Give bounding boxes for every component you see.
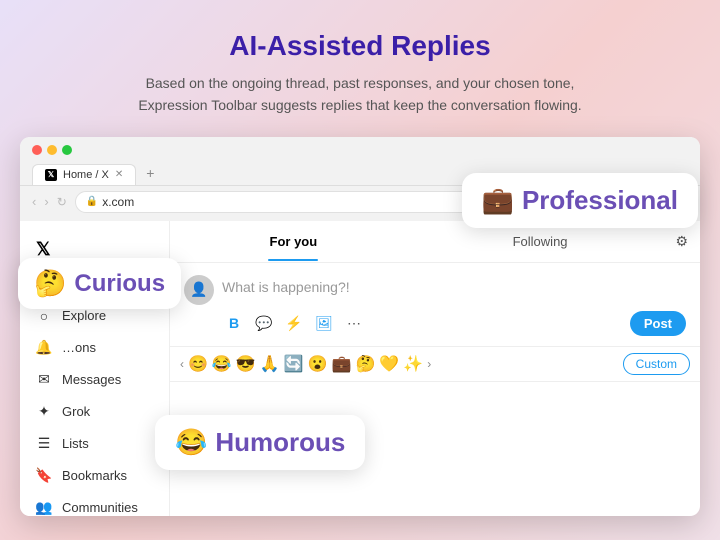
emoji-smile[interactable]: 😊 (188, 354, 208, 374)
sidebar-item-grok[interactable]: ✦ Grok (20, 396, 169, 428)
tab-favicon: 𝕏 (45, 169, 57, 181)
new-tab-button[interactable]: + (138, 161, 162, 185)
emoji-row: ‹ 😊 😂 😎 🙏 🔄 😮 💼 🤔 💛 ✨ › Custom (170, 347, 700, 382)
post-button[interactable]: Post (630, 311, 686, 336)
media-icon[interactable]: ⚡ (282, 311, 306, 335)
humorous-emoji: 😂 (175, 427, 207, 458)
communities-icon: 👥 (36, 500, 52, 516)
humorous-bubble: 😂 Humorous (155, 415, 365, 470)
close-dot[interactable] (32, 145, 42, 155)
tab-close-icon[interactable]: ✕ (115, 169, 123, 180)
subtitle: Based on the ongoing thread, past respon… (80, 72, 640, 117)
minimize-dot[interactable] (47, 145, 57, 155)
sidebar-item-label: Communities (62, 500, 138, 515)
curious-emoji: 🤔 (34, 268, 66, 299)
lists-icon: ☰ (36, 436, 52, 452)
humorous-label: Humorous (215, 427, 345, 458)
sidebar-item-label: Bookmarks (62, 468, 127, 483)
tab-label: Home / X (63, 169, 109, 181)
avatar: 👤 (184, 275, 214, 305)
emoji-think[interactable]: 🤔 (355, 354, 375, 374)
image-icon[interactable]: 🖼 (312, 311, 336, 335)
compose-toolbar: B 💬 ⚡ 🖼 ⋯ Post (184, 305, 686, 340)
reply-icon[interactable]: 💬 (252, 311, 276, 335)
window-dots (32, 145, 688, 155)
header-section: AI-Assisted Replies Based on the ongoing… (0, 0, 720, 137)
sidebar-item-communities[interactable]: 👥 Communities (20, 492, 169, 516)
emoji-sparkle[interactable]: ✨ (403, 354, 423, 374)
sidebar-item-label: …ons (62, 340, 96, 355)
emoji-laugh[interactable]: 😂 (212, 354, 232, 374)
emoji-heart[interactable]: 💛 (379, 354, 399, 374)
lock-icon: 🔒 (86, 196, 98, 207)
emoji-prev-icon[interactable]: ‹ (180, 357, 184, 371)
page-title: AI-Assisted Replies (80, 30, 640, 62)
maximize-dot[interactable] (62, 145, 72, 155)
sidebar-item-label: Explore (62, 308, 106, 323)
emoji-refresh[interactable]: 🔄 (284, 354, 304, 374)
url-text: x.com (102, 195, 134, 209)
compose-row: 👤 What is happening?! (184, 275, 686, 305)
sidebar-item-label: Lists (62, 436, 89, 451)
sidebar-item-messages[interactable]: ✉ Messages (20, 364, 169, 396)
messages-icon: ✉ (36, 372, 52, 388)
curious-bubble: 🤔 Curious (18, 258, 181, 309)
tab-for-you[interactable]: For you (170, 222, 417, 261)
sidebar-item-lists[interactable]: ☰ Lists (20, 428, 169, 460)
emoji-next-icon[interactable]: › (427, 357, 431, 371)
notifications-icon: 🔔 (36, 340, 52, 356)
forward-button[interactable]: › (44, 194, 48, 209)
emoji-pray[interactable]: 🙏 (260, 354, 280, 374)
bookmarks-icon: 🔖 (36, 468, 52, 484)
sidebar-item-label: Messages (62, 372, 121, 387)
professional-emoji: 💼 (482, 185, 514, 216)
explore-icon: ○ (36, 308, 52, 324)
professional-bubble: 💼 Professional (462, 173, 698, 228)
reload-button[interactable]: ↻ (57, 195, 67, 209)
bold-icon[interactable]: B (222, 311, 246, 335)
sidebar-item-bookmarks[interactable]: 🔖 Bookmarks (20, 460, 169, 492)
custom-button[interactable]: Custom (623, 353, 690, 375)
sidebar-item-notifications[interactable]: 🔔 …ons (20, 332, 169, 364)
more-options-icon[interactable]: ⋯ (342, 311, 366, 335)
curious-label: Curious (74, 270, 165, 298)
sidebar-item-label: Grok (62, 404, 90, 419)
compose-area: 👤 What is happening?! B 💬 ⚡ 🖼 ⋯ Post (170, 263, 700, 347)
grok-icon: ✦ (36, 404, 52, 420)
back-button[interactable]: ‹ (32, 194, 36, 209)
active-tab[interactable]: 𝕏 Home / X ✕ (32, 164, 136, 185)
twitter-main: For you Following ⚙ 👤 What is happening?… (170, 221, 700, 516)
emoji-briefcase[interactable]: 💼 (332, 354, 352, 374)
emoji-cool[interactable]: 😎 (236, 354, 256, 374)
compose-input[interactable]: What is happening?! (222, 275, 686, 295)
emoji-wow[interactable]: 😮 (308, 354, 328, 374)
professional-label: Professional (522, 185, 678, 216)
